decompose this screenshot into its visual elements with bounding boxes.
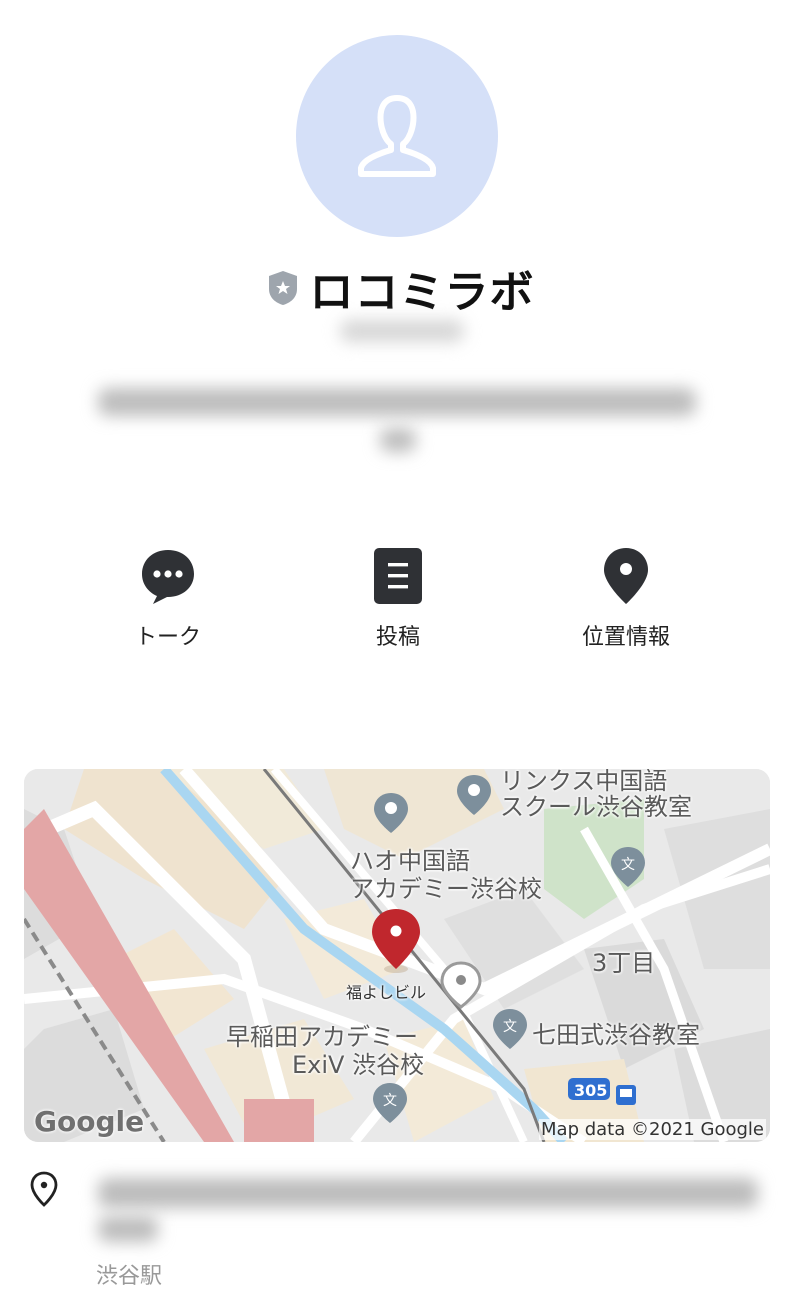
redacted-address-line-1: [98, 388, 696, 416]
map-label-building: 福よしビル: [346, 983, 427, 1002]
map-credit: Map data ©2021 Google: [539, 1119, 766, 1140]
post-label: 投稿: [375, 625, 420, 650]
location-button[interactable]: 位置情報: [546, 545, 706, 651]
nearest-station: 渋谷駅: [96, 1264, 163, 1289]
talk-label: トーク: [134, 625, 201, 650]
redacted-subtitle: [340, 320, 464, 342]
location-label: 位置情報: [581, 625, 670, 650]
map-label-shichida: 七田式渋谷教室: [532, 1021, 700, 1049]
person-silhouette-icon: [358, 95, 436, 177]
svg-text:文: 文: [621, 857, 635, 873]
action-bar: トーク 投稿 位置情報: [0, 545, 800, 655]
talk-button[interactable]: トーク: [88, 545, 248, 651]
verified-shield-icon: [268, 271, 297, 305]
location-map[interactable]: 文 文 文 リンクス中国語 スクール渋谷教室 ハオ中国語 アカデミー渋谷校 福よ…: [24, 769, 770, 1142]
svg-text:文: 文: [503, 1019, 517, 1035]
profile-avatar[interactable]: [296, 35, 498, 237]
map-label-hao-line1: ハオ中国語: [350, 847, 470, 875]
map-label-waseda-line1: 早稲田アカデミー: [226, 1023, 418, 1051]
map-label-links-line1: リンクス中国語: [500, 769, 668, 795]
location-pin-icon: [604, 548, 648, 604]
redacted-address-line-2: [380, 428, 416, 452]
map-label-links-line2: スクール渋谷教室: [500, 793, 692, 821]
map-label-chome: 3丁目: [592, 949, 656, 977]
svg-text:文: 文: [383, 1093, 397, 1109]
map-label-waseda-line2: ExiV 渋谷校: [292, 1051, 425, 1079]
post-document-icon: [374, 548, 422, 604]
profile-title-row: ロコミラボ: [0, 256, 800, 320]
post-button[interactable]: 投稿: [318, 545, 478, 651]
chat-bubble-icon: [142, 550, 194, 604]
redacted-address-detail-1: [98, 1178, 758, 1208]
google-logo: Google: [34, 1105, 145, 1138]
account-name: ロコミラボ: [309, 267, 535, 318]
map-background: 文 文 文: [24, 769, 770, 1142]
route-number: 305: [574, 1081, 608, 1100]
redacted-address-detail-2: [98, 1216, 158, 1242]
map-label-hao-line2: アカデミー渋谷校: [350, 875, 542, 903]
location-outline-icon: [30, 1171, 58, 1207]
